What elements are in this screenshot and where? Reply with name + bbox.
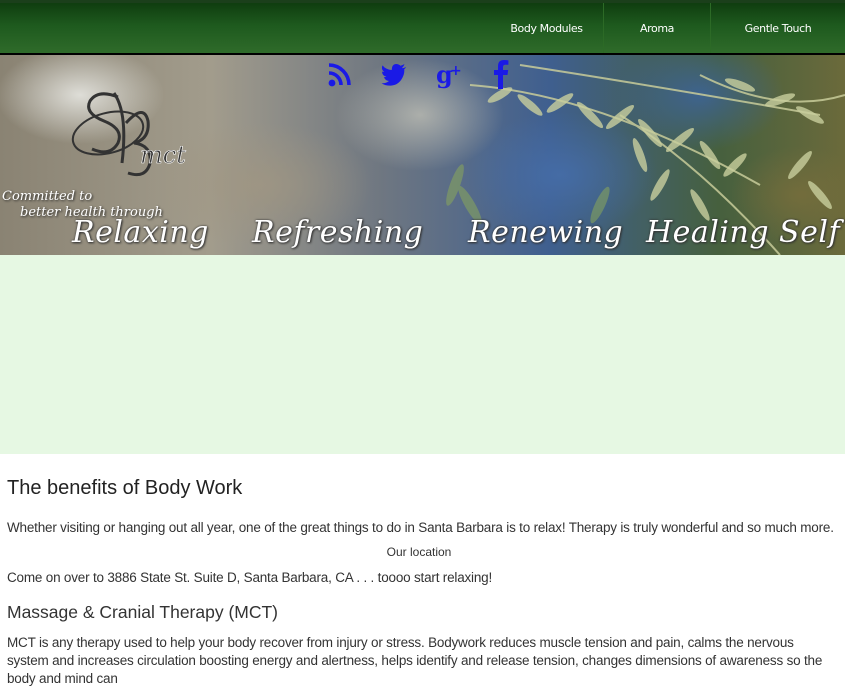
page-heading: The benefits of Body Work <box>7 477 243 499</box>
google-plus-icon[interactable]: g + <box>436 59 464 89</box>
twitter-icon[interactable] <box>380 59 408 89</box>
content-placeholder-panel <box>0 255 845 454</box>
banner-word-refreshing: Refreshing <box>252 215 424 250</box>
svg-text:+: + <box>450 63 462 79</box>
mct-paragraph: MCT is any therapy used to help your bod… <box>7 635 823 686</box>
banner-word-healing: Healing Self C <box>646 215 845 250</box>
nav-item-body-modules[interactable]: Body Modules <box>490 3 603 53</box>
smct-logo: mct <box>71 92 186 177</box>
banner-word-relaxing: Relaxing <box>72 215 209 250</box>
nav-item-gentle-touch[interactable]: Gentle Touch <box>710 3 845 53</box>
top-navigation-bar: Body Modules Aroma Gentle Touch <box>0 0 845 55</box>
nav-item-aroma[interactable]: Aroma <box>603 3 710 53</box>
svg-text:mct: mct <box>140 141 186 169</box>
intro-paragraph: Whether visiting or hanging out all year… <box>7 520 834 535</box>
section-heading-mct: Massage & Cranial Therapy (MCT) <box>7 602 279 622</box>
rss-icon[interactable] <box>326 59 354 89</box>
location-label: Our location <box>386 545 452 559</box>
main-nav: Body Modules Aroma Gentle Touch <box>490 3 845 53</box>
header-banner: g + mct Committed to better health throu… <box>0 55 845 255</box>
facebook-icon[interactable] <box>490 59 512 89</box>
address-paragraph: Come on over to 3886 State St. Suite D, … <box>7 570 493 585</box>
banner-word-renewing: Renewing <box>468 215 624 250</box>
tagline-line-1: Committed to <box>2 189 93 204</box>
